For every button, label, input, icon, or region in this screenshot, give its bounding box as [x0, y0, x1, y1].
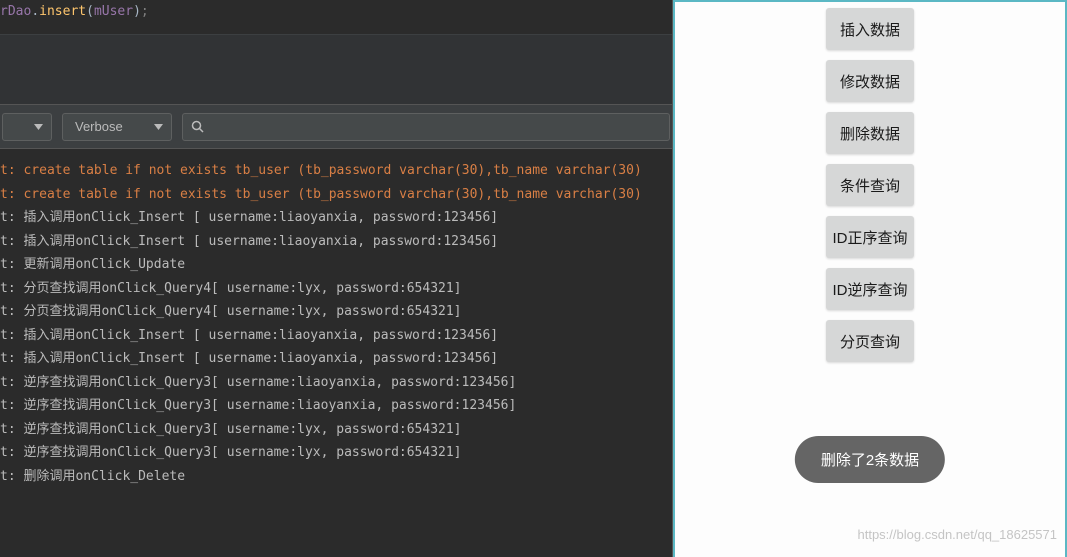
logcat-output[interactable]: t: create table if not exists tb_user (t… — [0, 149, 672, 557]
log-search-input[interactable] — [182, 113, 670, 141]
log-line: t: 删除调用onClick_Delete — [0, 465, 672, 489]
app-button-3[interactable]: 条件查询 — [826, 164, 914, 206]
search-icon — [191, 120, 205, 134]
log-line: t: 逆序查找调用onClick_Query3[ username:lyx, p… — [0, 418, 672, 442]
panel-spacer — [0, 35, 672, 105]
log-line: t: 分页查找调用onClick_Query4[ username:lyx, p… — [0, 277, 672, 301]
log-line: t: 逆序查找调用onClick_Query3[ username:lyx, p… — [0, 441, 672, 465]
log-line: t: 插入调用onClick_Insert [ username:liaoyan… — [0, 347, 672, 371]
log-line: t: create table if not exists tb_user (t… — [0, 183, 672, 207]
log-line: t: 逆序查找调用onClick_Query3[ username:liaoya… — [0, 371, 672, 395]
log-line: t: create table if not exists tb_user (t… — [0, 159, 672, 183]
log-line: t: 逆序查找调用onClick_Query3[ username:liaoya… — [0, 394, 672, 418]
app-button-6[interactable]: 分页查询 — [826, 320, 914, 362]
ide-panel: rDao.insert(mUser); Verbose t: create ta… — [0, 0, 673, 557]
chevron-down-icon — [154, 124, 163, 130]
log-line: t: 插入调用onClick_Insert [ username:liaoyan… — [0, 206, 672, 230]
log-line: t: 插入调用onClick_Insert [ username:liaoyan… — [0, 230, 672, 254]
log-line: t: 分页查找调用onClick_Query4[ username:lyx, p… — [0, 300, 672, 324]
process-dropdown[interactable] — [2, 113, 52, 141]
dropdown-label: Verbose — [75, 119, 123, 134]
app-button-2[interactable]: 删除数据 — [826, 112, 914, 154]
log-line: t: 插入调用onClick_Insert [ username:liaoyan… — [0, 324, 672, 348]
app-button-0[interactable]: 插入数据 — [826, 8, 914, 50]
app-button-5[interactable]: ID逆序查询 — [826, 268, 914, 310]
log-line: t: 更新调用onClick_Update — [0, 253, 672, 277]
app-button-1[interactable]: 修改数据 — [826, 60, 914, 102]
code-line: rDao.insert(mUser); — [0, 2, 672, 21]
emulator-screen: 插入数据修改数据删除数据条件查询 ID正序查询 ID逆序查询分页查询 删除了2条数据… — [673, 0, 1067, 557]
code-editor[interactable]: rDao.insert(mUser); — [0, 0, 672, 35]
app-button-4[interactable]: ID正序查询 — [826, 216, 914, 258]
log-filter-bar: Verbose — [0, 105, 672, 149]
watermark-text: https://blog.csdn.net/qq_18625571 — [858, 527, 1058, 542]
log-level-dropdown[interactable]: Verbose — [62, 113, 172, 141]
toast-message: 删除了2条数据 — [795, 436, 945, 483]
chevron-down-icon — [34, 124, 43, 130]
